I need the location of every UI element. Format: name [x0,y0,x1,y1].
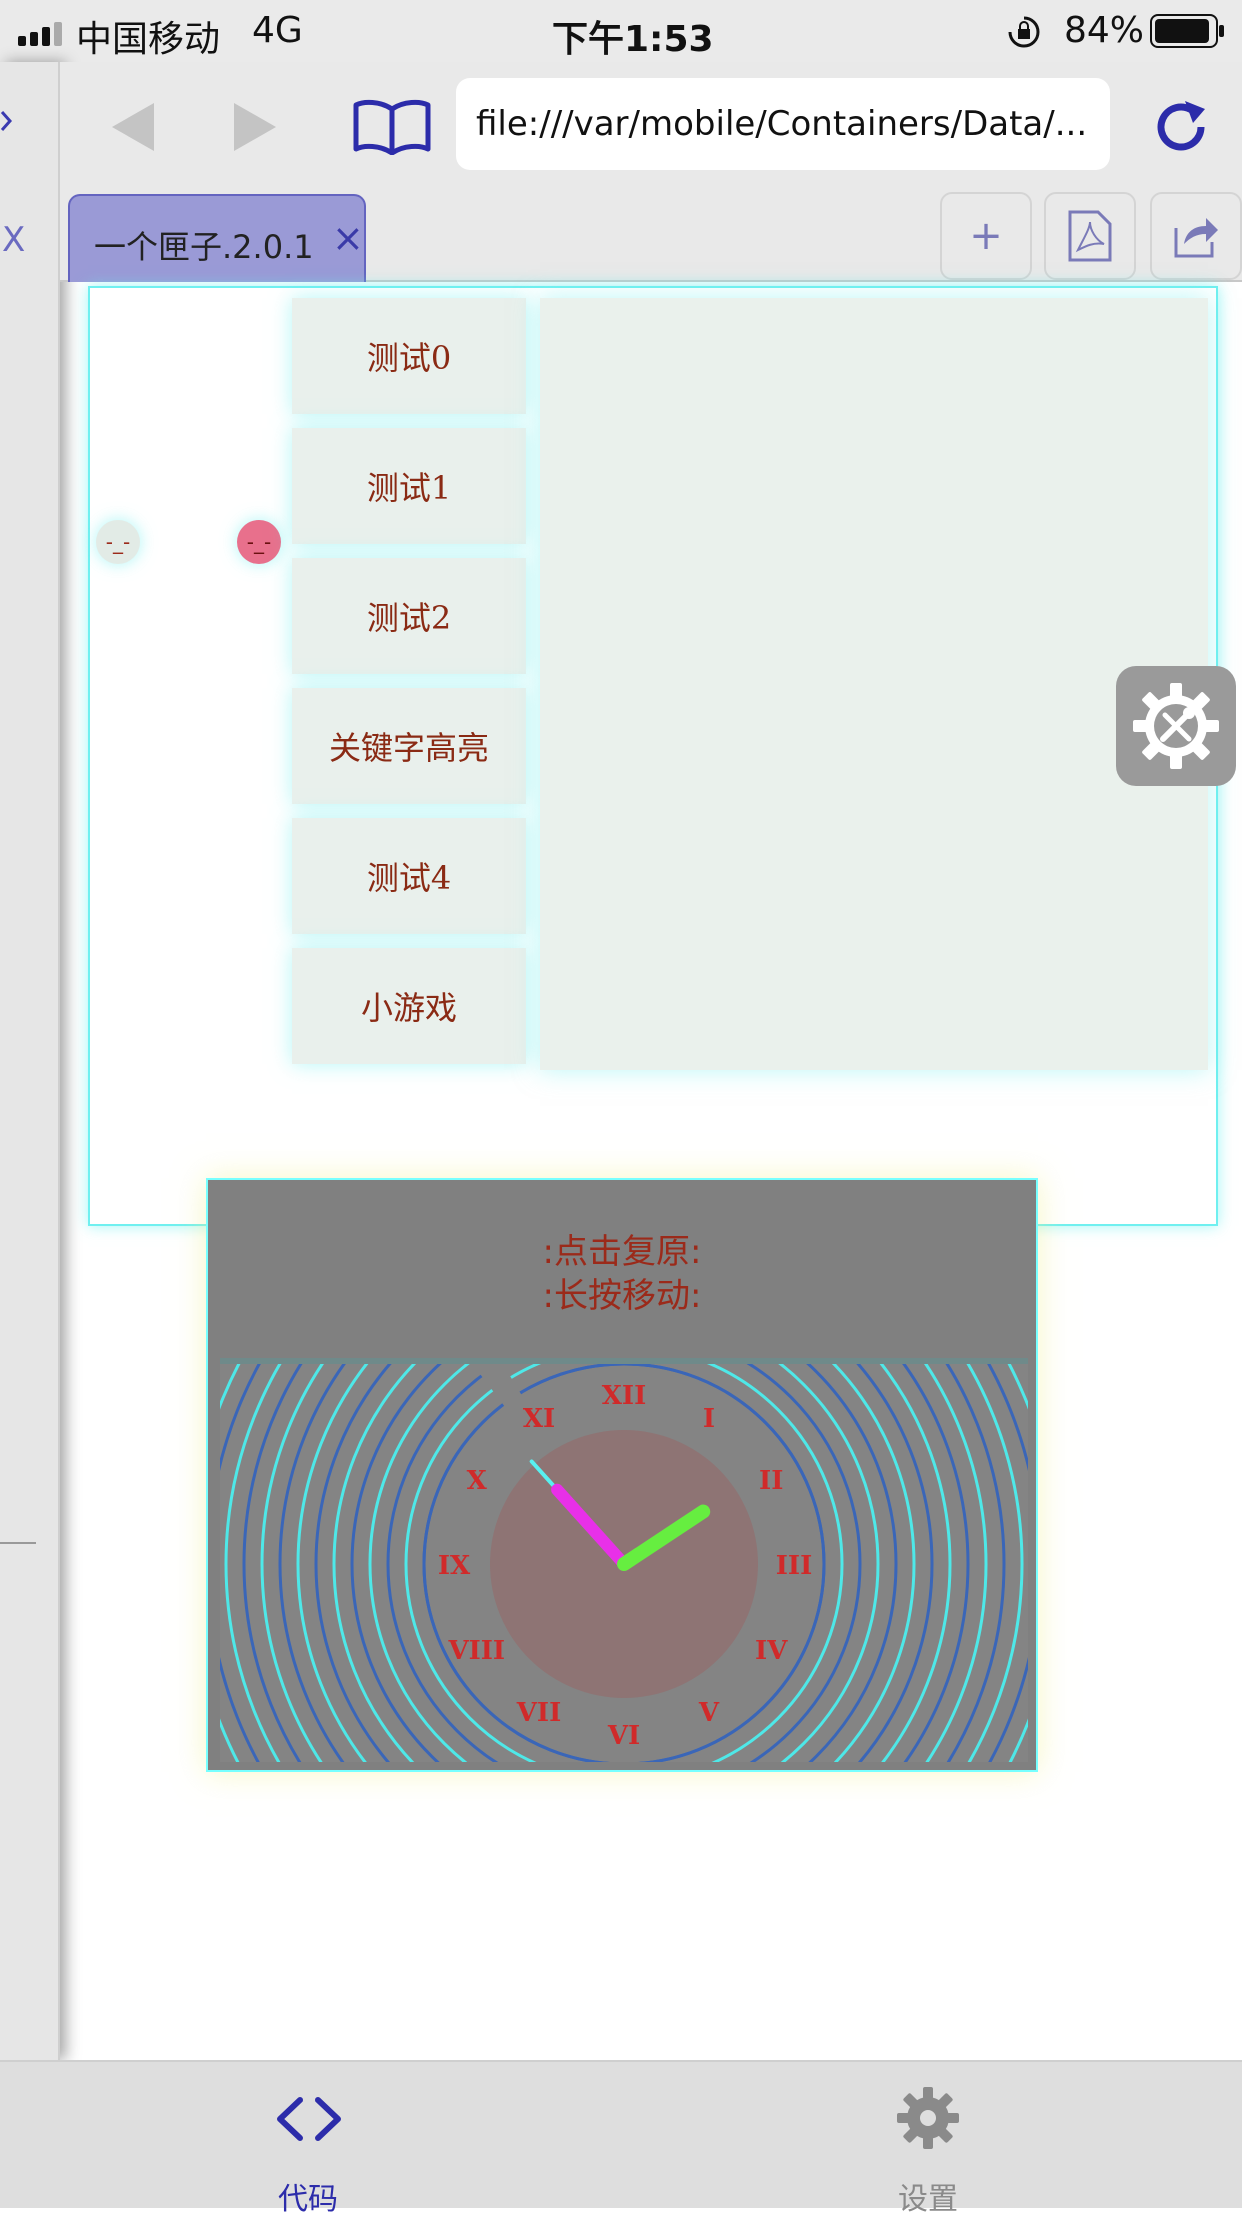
back-arrow-icon [112,103,154,151]
clock-numeral: VIII [447,1636,505,1666]
battery-icon [1150,14,1224,48]
clock-face-box: XII I II III IV V VI VII VIII IX X XI [220,1358,1028,1762]
widget-hint-tap: :点击复原: [542,1232,702,1272]
menu-button-test0[interactable]: 测试0 [292,298,526,414]
divider [0,1542,36,1544]
menu-button-test4[interactable]: 测试4 [292,818,526,934]
tools-gear-icon [1133,683,1219,769]
clock-widget[interactable]: :点击复原: :长按移动: XII I II III IV V VI VII VIII IX X XI [206,1178,1038,1772]
battery-percent: 84% [1064,10,1145,51]
carrier-label: 中国移动 [76,19,221,60]
bookmarks-button[interactable] [350,92,434,162]
tab-bar: 一个匣子.2.0.1 × + [60,188,1242,282]
menu-button-test2[interactable]: 测试2 [292,558,526,674]
clock-numeral: VI [607,1721,640,1751]
menu-button-keyword-highlight[interactable]: 关键字高亮 [292,688,526,804]
clock-numeral: I [703,1404,715,1434]
address-bar[interactable]: file:///var/mobile/Containers/Data/... [456,78,1110,170]
tab-code-label: 代码 [278,2182,338,2217]
back-button[interactable] [98,92,168,162]
clock-time: 下午1:53 [552,19,714,60]
side-drawer-strip[interactable]: X [0,62,60,2060]
forward-arrow-icon [234,103,276,151]
face-right[interactable]: -_- [237,520,281,564]
clock-numeral: IX [438,1551,471,1581]
menu-button-test1[interactable]: 测试1 [292,428,526,544]
forward-button[interactable] [220,92,290,162]
clock-numeral: V [698,1698,720,1728]
status-bar: 中国移动 4G 下午1:53 84% [0,0,1242,62]
network-label: 4G [252,10,303,51]
clock-center [618,1558,630,1570]
new-tab-button[interactable]: + [940,192,1032,280]
tab-active[interactable]: 一个匣子.2.0.1 × [68,194,366,282]
share-icon [1174,218,1218,258]
clock-numeral: IV [755,1636,788,1666]
tab-close-button[interactable]: × [332,216,364,260]
widget-hint-longpress: :长按移动: [542,1276,702,1316]
pdf-button[interactable] [1044,192,1136,280]
code-icon [277,2097,341,2141]
analog-clock: XIIIIIIIIIVVVIVIIVIIIIXXXI [220,1364,1028,1762]
left-tab-close[interactable]: X [2,220,25,260]
reload-icon [1157,101,1205,151]
tab-code[interactable]: 代码 [208,2062,408,2217]
clock-numeral: XII [602,1381,647,1411]
clock-numeral: III [776,1551,813,1581]
browser-toolbar: file:///var/mobile/Containers/Data/... [60,62,1242,188]
reload-button[interactable] [1146,92,1216,162]
pdf-icon [1068,210,1112,262]
menu-button-mini-game[interactable]: 小游戏 [292,948,526,1064]
clock-numeral: X [467,1466,488,1496]
gear-icon [897,2087,959,2149]
face-left[interactable]: -_- [96,520,140,564]
signal-icon [18,22,62,46]
orientation-lock-icon [1008,16,1040,48]
tools-settings-button[interactable] [1116,666,1236,786]
book-icon [353,99,431,155]
bottom-tab-bar: 代码 设置 [0,2060,1242,2217]
tab-title: 一个匣子.2.0.1 [94,228,314,266]
content-panel [540,298,1208,1070]
share-button[interactable] [1150,192,1242,280]
clock-numeral: VII [516,1698,562,1728]
clock-numeral: XI [523,1404,555,1434]
clock-numeral: II [759,1466,783,1496]
tab-settings-label: 设置 [898,2182,958,2217]
chevron-right-icon[interactable] [0,106,14,136]
tab-settings[interactable]: 设置 [828,2062,1028,2217]
